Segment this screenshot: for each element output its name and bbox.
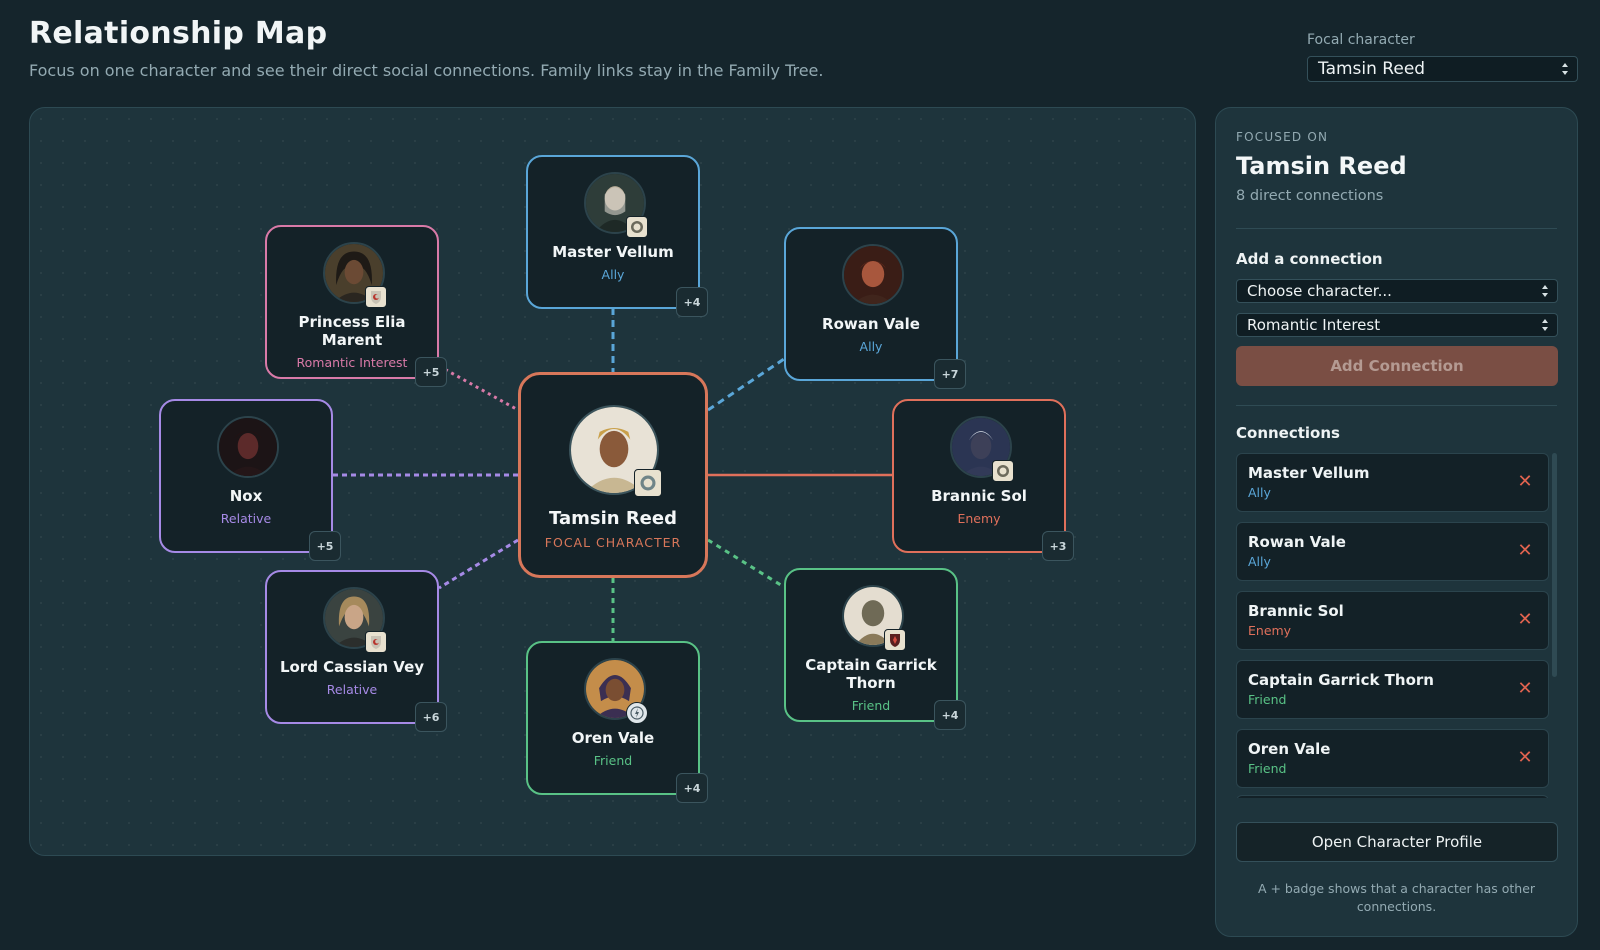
node-role: Enemy xyxy=(957,511,1001,526)
node-name: Master Vellum xyxy=(552,243,674,261)
connection-item-partial xyxy=(1236,795,1549,798)
node-role: Ally xyxy=(601,267,625,282)
badge-hint-text: A + badge shows that a character has oth… xyxy=(1257,881,1536,914)
more-connections-badge[interactable]: +4 xyxy=(676,773,708,803)
scrollbar-thumb[interactable] xyxy=(1552,453,1557,677)
connection-item[interactable]: Oren Vale Friend ✕ xyxy=(1236,729,1549,788)
select-chevron-icon xyxy=(1541,318,1549,332)
crest-emblem-icon xyxy=(626,216,648,238)
red-shield-icon xyxy=(365,631,387,653)
connections-list[interactable]: Master Vellum Ally ✕ Rowan Vale Ally ✕ B… xyxy=(1236,453,1558,798)
page-subtitle: Focus on one character and see their dir… xyxy=(29,61,824,80)
add-connection-title: Add a connection xyxy=(1236,250,1383,268)
portrait-avatar xyxy=(217,416,279,478)
more-connections-badge[interactable]: +6 xyxy=(415,702,447,732)
node-role: Relative xyxy=(220,511,272,526)
red-shield-icon xyxy=(365,286,387,308)
open-character-profile-button[interactable]: Open Character Profile xyxy=(1236,822,1558,862)
connection-name: Master Vellum xyxy=(1248,464,1370,482)
connection-count: 8 direct connections xyxy=(1236,188,1384,204)
connection-name: Rowan Vale xyxy=(1248,533,1346,551)
relationship-map-canvas[interactable]: Master Vellum Ally +4 Rowan Vale Ally +7… xyxy=(29,107,1196,856)
page-title: Relationship Map xyxy=(29,16,328,51)
remove-connection-icon[interactable]: ✕ xyxy=(1516,678,1534,700)
focal-name: Tamsin Reed xyxy=(549,508,677,529)
remove-connection-icon[interactable]: ✕ xyxy=(1516,471,1534,493)
remove-connection-icon[interactable]: ✕ xyxy=(1516,540,1534,562)
connection-role: Friend xyxy=(1248,761,1287,776)
node-name: Brannic Sol xyxy=(931,487,1027,505)
add-connection-button[interactable]: Add Connection xyxy=(1236,346,1558,386)
focal-tag: FOCAL CHARACTER xyxy=(544,535,682,550)
character-select-value: Choose character... xyxy=(1247,282,1392,300)
connection-name: Brannic Sol xyxy=(1248,602,1344,620)
node-role: Relative xyxy=(326,682,378,697)
character-node-brannic-sol[interactable]: Brannic Sol Enemy +3 xyxy=(892,399,1074,561)
connection-name: Captain Garrick Thorn xyxy=(1248,671,1434,689)
focal-character-node[interactable]: Tamsin Reed FOCAL CHARACTER xyxy=(518,372,708,578)
node-role: Friend xyxy=(851,698,891,713)
node-name: Rowan Vale xyxy=(822,315,920,333)
focal-character-value: Tamsin Reed xyxy=(1318,59,1426,79)
connection-name: Oren Vale xyxy=(1248,740,1331,758)
more-connections-badge[interactable]: +7 xyxy=(934,359,966,389)
connection-role: Ally xyxy=(1248,485,1271,500)
character-node-rowan-vale[interactable]: Rowan Vale Ally +7 xyxy=(784,227,966,389)
remove-connection-icon[interactable]: ✕ xyxy=(1516,747,1534,769)
focal-character-label: Focal character xyxy=(1307,32,1415,48)
node-name: Lord Cassian Vey xyxy=(279,658,425,676)
node-name: Princess Elia Marent xyxy=(298,313,406,349)
character-node-oren-vale[interactable]: Oren Vale Friend +4 xyxy=(526,641,708,803)
character-node-master-vellum[interactable]: Master Vellum Ally +4 xyxy=(526,155,708,317)
compass-icon xyxy=(626,702,648,724)
divider xyxy=(1236,405,1557,406)
character-node-captain-garrick-thorn[interactable]: Captain Garrick Thorn Friend +4 xyxy=(784,568,966,730)
connection-role: Enemy xyxy=(1248,623,1292,638)
connection-role: Ally xyxy=(1248,554,1271,569)
character-node-lord-cassian-vey[interactable]: Lord Cassian Vey Relative +6 xyxy=(265,570,447,732)
relationship-type-value: Romantic Interest xyxy=(1247,316,1381,334)
focal-character-select[interactable]: Tamsin Reed xyxy=(1307,56,1578,82)
divider xyxy=(1236,228,1557,229)
node-role: Friend xyxy=(593,753,633,768)
focused-character-name: Tamsin Reed xyxy=(1236,152,1407,180)
select-chevron-icon xyxy=(1541,284,1549,298)
more-connections-badge[interactable]: +3 xyxy=(1042,531,1074,561)
node-name: Nox xyxy=(229,487,263,505)
more-connections-badge[interactable]: +4 xyxy=(934,700,966,730)
connection-item[interactable]: Rowan Vale Ally ✕ xyxy=(1236,522,1549,581)
more-connections-badge[interactable]: +4 xyxy=(676,287,708,317)
character-node-nox[interactable]: Nox Relative +5 xyxy=(159,399,341,561)
character-node-princess-elia-marent[interactable]: Princess Elia Marent Romantic Interest +… xyxy=(265,225,447,387)
node-name: Captain Garrick Thorn xyxy=(805,656,937,692)
node-name: Oren Vale xyxy=(571,729,655,747)
node-role: Ally xyxy=(859,339,883,354)
connection-item[interactable]: Master Vellum Ally ✕ xyxy=(1236,453,1549,512)
edge-lord-cassian-vey xyxy=(438,538,519,590)
edge-captain-garrick-thorn xyxy=(707,538,785,589)
edge-rowan-vale xyxy=(707,357,785,412)
more-connections-badge[interactable]: +5 xyxy=(309,531,341,561)
crest-emblem-icon xyxy=(992,460,1014,482)
more-connections-badge[interactable]: +5 xyxy=(415,357,447,387)
focus-panel: FOCUSED ON Tamsin Reed 8 direct connecti… xyxy=(1215,107,1578,937)
connections-title: Connections xyxy=(1236,424,1340,442)
node-role: Romantic Interest xyxy=(296,355,408,370)
character-select[interactable]: Choose character... xyxy=(1236,279,1558,303)
connection-item[interactable]: Brannic Sol Enemy ✕ xyxy=(1236,591,1549,650)
remove-connection-icon[interactable]: ✕ xyxy=(1516,609,1534,631)
connection-item[interactable]: Captain Garrick Thorn Friend ✕ xyxy=(1236,660,1549,719)
focused-on-label: FOCUSED ON xyxy=(1236,130,1329,144)
select-chevron-icon xyxy=(1561,62,1569,76)
connection-role: Friend xyxy=(1248,692,1287,707)
relationship-type-select[interactable]: Romantic Interest xyxy=(1236,313,1558,337)
edge-princess-elia-marent xyxy=(438,364,519,412)
dragon-shield-icon xyxy=(884,629,906,651)
portrait-avatar xyxy=(842,244,904,306)
crest-emblem-icon xyxy=(634,469,662,497)
